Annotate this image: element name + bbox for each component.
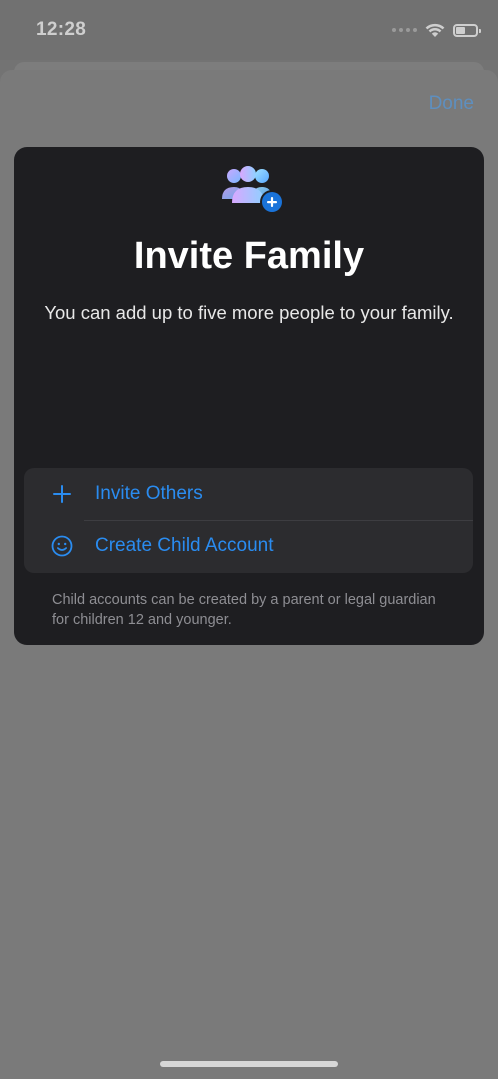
create-child-account-label: Create Child Account	[95, 535, 274, 556]
status-bar: 12:28	[0, 0, 498, 60]
signal-dots-icon	[392, 28, 417, 32]
card-title: Invite Family	[133, 235, 365, 277]
plus-icon	[50, 482, 74, 506]
screen: 12:28 Done Invite Family You can add up …	[0, 0, 498, 1079]
status-time: 12:28	[36, 19, 87, 40]
wifi-icon	[425, 23, 445, 37]
battery-fill	[456, 26, 465, 34]
done-button[interactable]: Done	[429, 93, 474, 115]
home-indicator[interactable]	[160, 1061, 338, 1067]
invite-others-label: Invite Others	[95, 483, 203, 504]
create-child-account-button[interactable]: Create Child Account	[24, 520, 473, 572]
invite-others-button[interactable]: Invite Others	[24, 468, 473, 520]
child-account-footnote: Child accounts can be created by a paren…	[52, 592, 436, 628]
family-add-icon	[222, 166, 284, 214]
card-subtitle: You can add up to five more people to yo…	[44, 302, 454, 323]
invite-family-card: Invite Family You can add up to five mor…	[14, 147, 484, 645]
options-list: Invite Others Create Child Account	[24, 468, 473, 573]
status-icons	[392, 20, 481, 40]
battery-icon	[453, 23, 481, 37]
smiley-face-icon	[50, 534, 74, 558]
